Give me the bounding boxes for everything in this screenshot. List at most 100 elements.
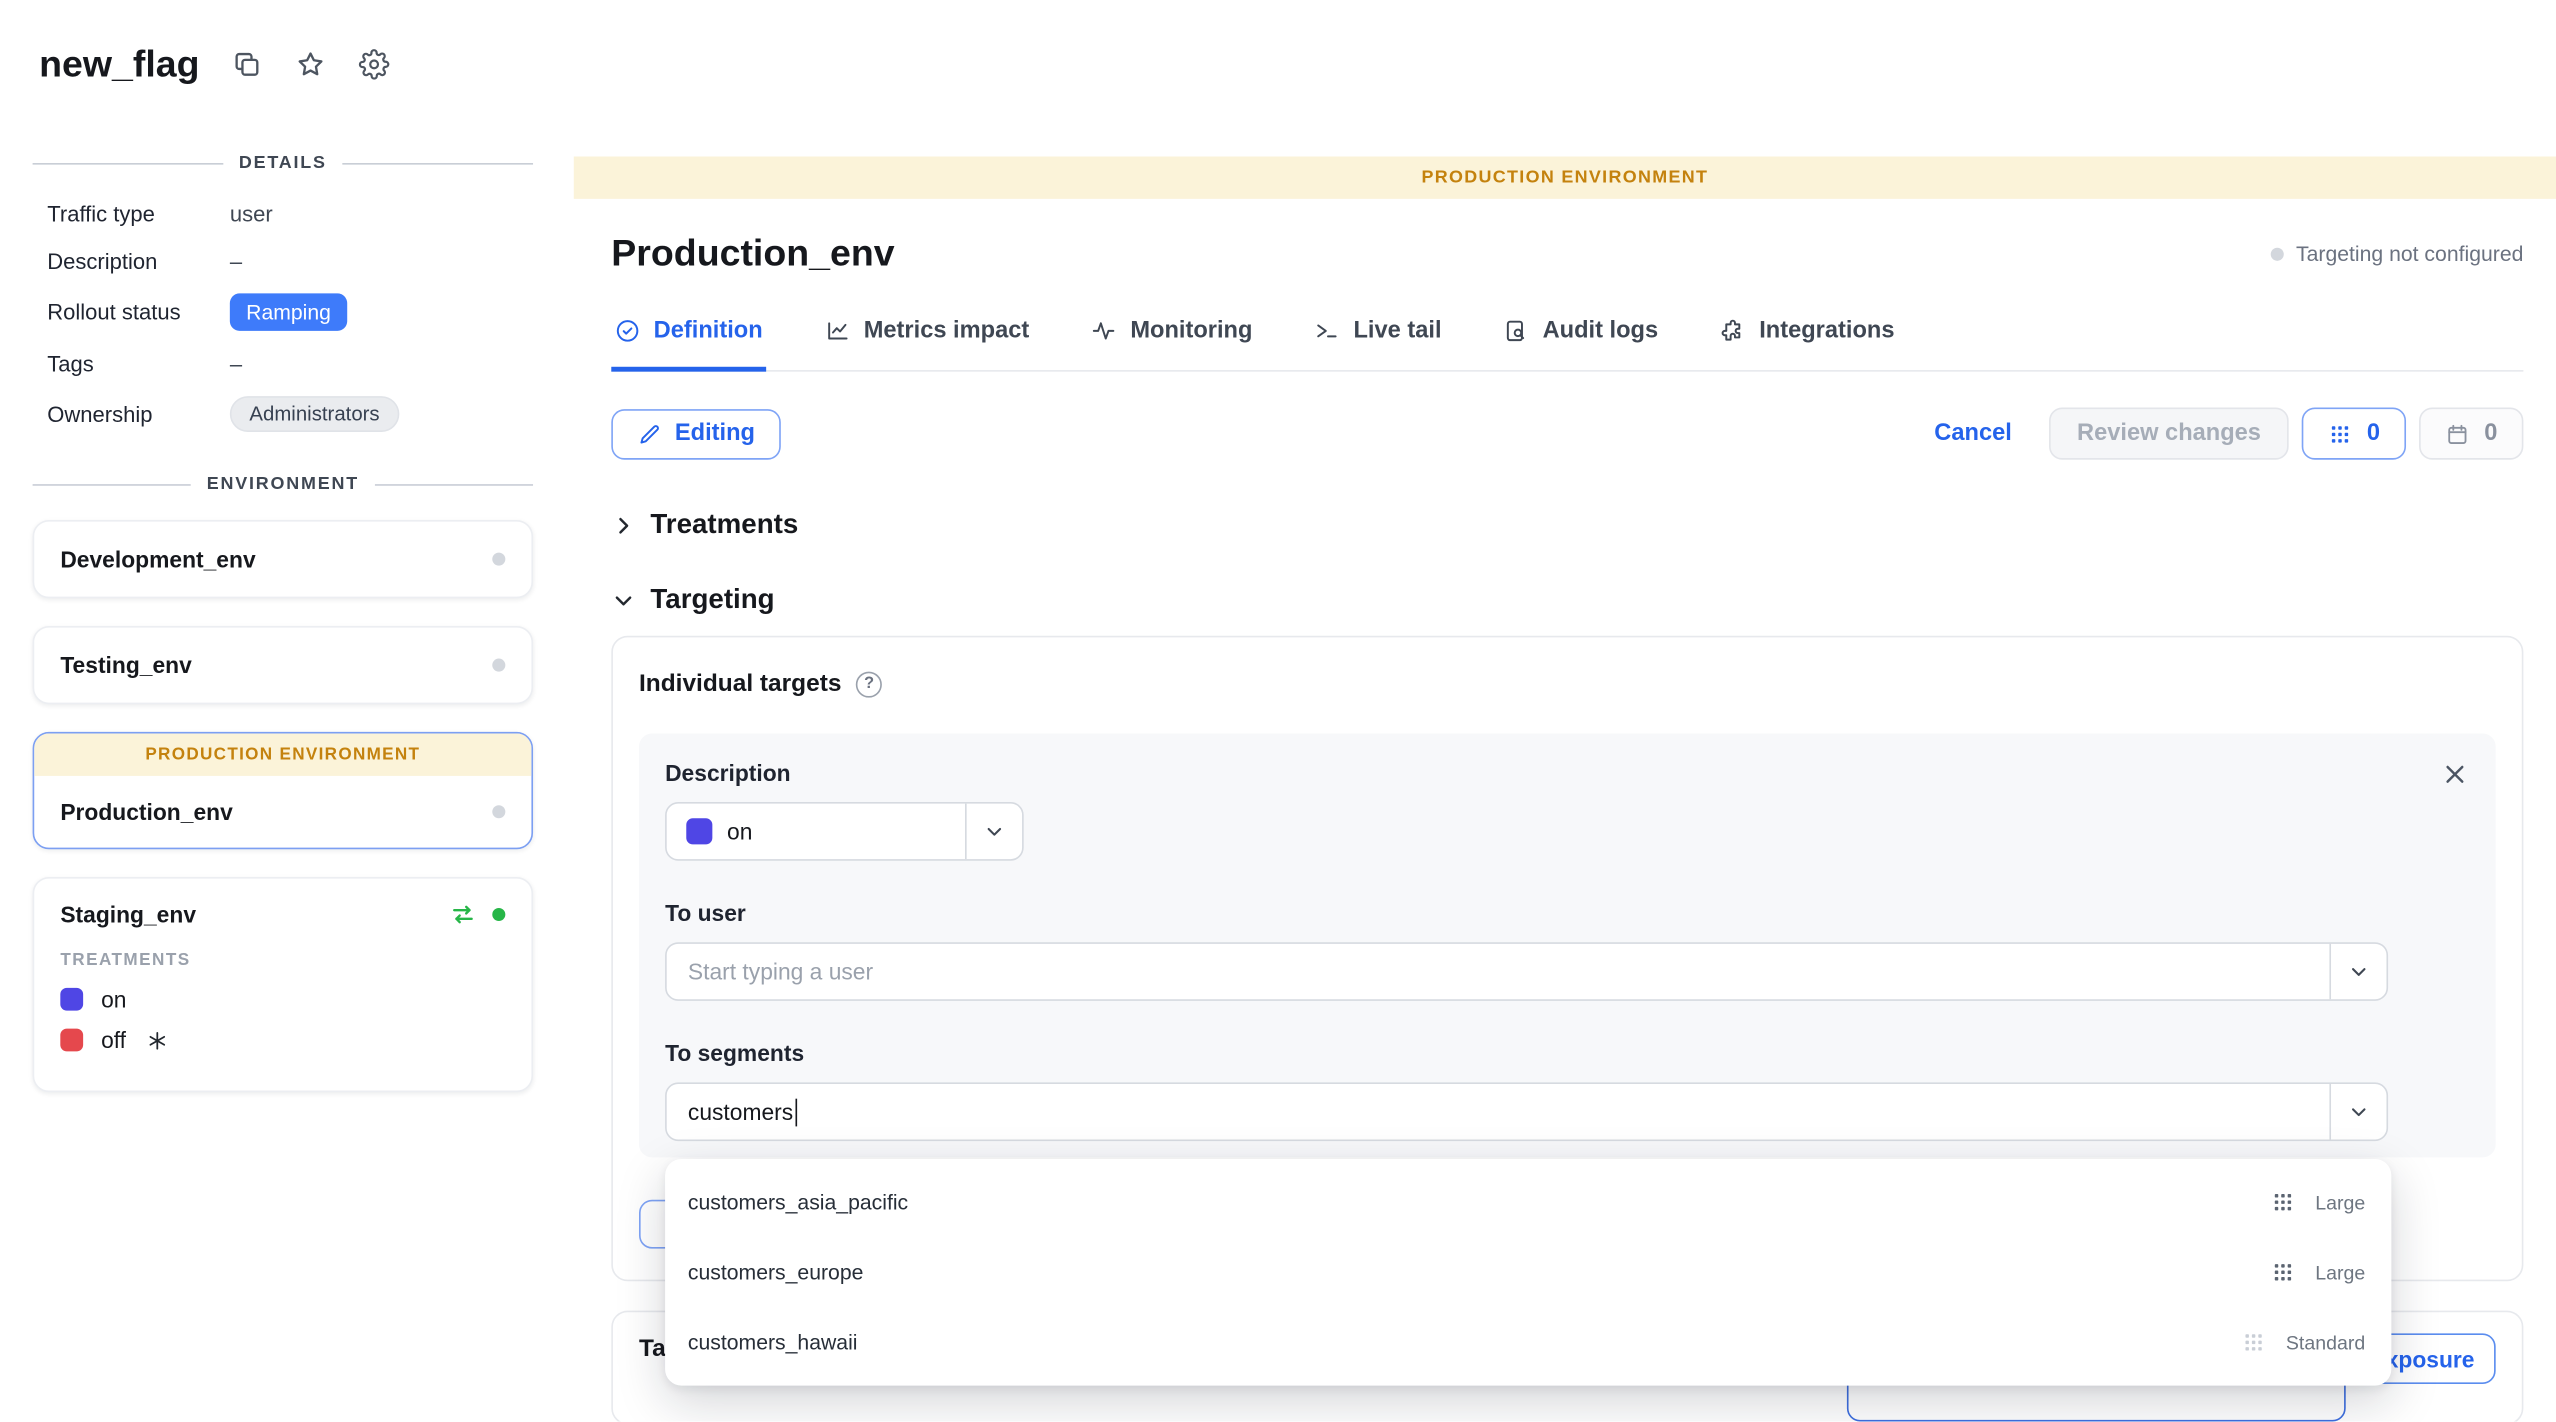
- toolbar-right: Cancel Review changes 0 0: [1934, 408, 2523, 460]
- rollout-status-badge: Ramping: [230, 293, 347, 330]
- env-card-staging[interactable]: Staging_env TREATMENTS on: [33, 877, 533, 1092]
- tab-label: Definition: [654, 318, 763, 344]
- close-icon[interactable]: [2440, 760, 2469, 789]
- env-card-body: Production_env: [34, 776, 531, 848]
- environment-header: ENVIRONMENT: [33, 474, 533, 494]
- definition-icon: [615, 318, 641, 344]
- detail-label: Tags: [47, 351, 230, 375]
- audit-logs-icon: [1503, 318, 1529, 344]
- targeting-status: Targeting not configured: [2270, 241, 2523, 265]
- set-exposure-label: xposure: [2386, 1346, 2475, 1372]
- divider-line: [33, 162, 223, 164]
- text-caret: [795, 1098, 797, 1126]
- treatment-select[interactable]: on: [665, 802, 1024, 861]
- status-dot: [2270, 247, 2283, 260]
- chevron-down-icon[interactable]: [965, 804, 1022, 859]
- details-rows: Traffic type user Description – Rollout …: [33, 199, 533, 432]
- detail-row-description: Description –: [47, 246, 533, 275]
- segment-size-label: Large: [2315, 1261, 2365, 1284]
- editing-button[interactable]: Editing: [611, 408, 781, 459]
- tab-monitoring[interactable]: Monitoring: [1088, 315, 1256, 372]
- gear-icon[interactable]: [359, 49, 390, 80]
- review-changes-button[interactable]: Review changes: [2049, 408, 2288, 460]
- review-changes-label: Review changes: [2077, 421, 2261, 447]
- ownership-pill[interactable]: Administrators: [230, 396, 399, 432]
- description-label: Description: [665, 760, 2470, 786]
- to-segments-label: To segments: [665, 1040, 2470, 1066]
- help-icon[interactable]: ?: [856, 671, 882, 697]
- page-title: Production_env: [611, 231, 894, 275]
- treatment-color-swatch: [686, 818, 712, 844]
- treatment-row-on: on: [60, 986, 505, 1012]
- to-user-label: To user: [665, 900, 2470, 926]
- copy-icon[interactable]: [232, 49, 263, 80]
- individual-targets-card: Individual targets ? Description on: [611, 636, 2523, 1282]
- status-dot-active: [492, 908, 505, 921]
- detail-label: Rollout status: [47, 300, 230, 324]
- segment-meta: Large: [2271, 1260, 2365, 1284]
- cancel-link[interactable]: Cancel: [1934, 421, 2012, 447]
- sync-arrows-icon: [450, 901, 476, 927]
- tab-bar: Definition Metrics impact Monitoring: [611, 315, 2523, 372]
- segment-size-label: Standard: [2286, 1331, 2365, 1354]
- env-card-production[interactable]: PRODUCTION ENVIRONMENT Production_env: [33, 732, 533, 849]
- detail-label: Description: [47, 249, 230, 273]
- chevron-down-icon[interactable]: [2329, 1084, 2386, 1139]
- divider-line: [375, 483, 533, 485]
- targeting-section-header[interactable]: Targeting: [611, 584, 2523, 617]
- user-input[interactable]: [667, 944, 2330, 999]
- tab-definition[interactable]: Definition: [611, 315, 766, 372]
- treatment-color-swatch: [60, 1029, 83, 1052]
- sidebar: DETAILS Traffic type user Description – …: [33, 147, 533, 1092]
- calendar-icon: [2445, 421, 2469, 445]
- staging-icons: [450, 901, 505, 927]
- divider-line: [343, 162, 533, 164]
- star-icon[interactable]: [296, 49, 327, 80]
- metrics-impact-icon: [825, 318, 851, 344]
- flag-header: new_flag: [39, 42, 390, 86]
- tab-audit-logs[interactable]: Audit logs: [1500, 315, 1661, 372]
- app-page: new_flag DETAILS Traffic type user Descr…: [0, 0, 2556, 1421]
- segments-input-box: customers: [665, 1082, 2388, 1141]
- targeting-status-label: Targeting not configured: [2296, 241, 2523, 265]
- segment-name: customers_hawaii: [688, 1330, 858, 1354]
- flag-title: new_flag: [39, 42, 199, 86]
- detail-label: Ownership: [47, 402, 230, 426]
- main-panel: PRODUCTION ENVIRONMENT Production_env Ta…: [574, 156, 2556, 1421]
- segments-input[interactable]: customers: [667, 1084, 2330, 1139]
- live-tail-icon: [1314, 318, 1340, 344]
- main-inner: Production_env Targeting not configured …: [574, 231, 2556, 1421]
- segment-meta: Standard: [2242, 1330, 2365, 1354]
- environment-section: ENVIRONMENT Development_env Testing_env …: [33, 474, 533, 1092]
- detail-row-rollout-status: Rollout status Ramping: [47, 293, 533, 330]
- pencil-icon: [637, 421, 661, 445]
- segment-option-hawaii[interactable]: customers_hawaii Standard: [665, 1307, 2391, 1377]
- treatment-color-swatch: [60, 988, 83, 1011]
- treatment-row-off: off: [60, 1027, 505, 1053]
- detail-row-traffic-type: Traffic type user: [47, 199, 533, 228]
- tab-metrics-impact[interactable]: Metrics impact: [821, 315, 1032, 372]
- detail-row-tags: Tags –: [47, 349, 533, 378]
- env-card-development[interactable]: Development_env: [33, 520, 533, 598]
- treatment-name: on: [101, 986, 126, 1012]
- segment-option-europe[interactable]: customers_europe Large: [665, 1237, 2391, 1307]
- treatments-section-header[interactable]: Treatments: [611, 509, 2523, 542]
- calendar-count-button[interactable]: 0: [2419, 408, 2523, 460]
- target-rule-panel: Description on To user: [639, 734, 2496, 1158]
- segment-meta: Large: [2271, 1190, 2365, 1214]
- treatment-name: off: [101, 1027, 126, 1053]
- tab-label: Monitoring: [1130, 318, 1252, 344]
- chevron-down-icon[interactable]: [2329, 944, 2386, 999]
- env-name: Staging_env: [60, 901, 196, 927]
- env-card-testing[interactable]: Testing_env: [33, 626, 533, 704]
- detail-value: user: [230, 201, 273, 225]
- grid-dotted-icon: [2242, 1330, 2266, 1354]
- environment-header-label: ENVIRONMENT: [207, 474, 359, 494]
- segment-option-asia-pacific[interactable]: customers_asia_pacific Large: [665, 1167, 2391, 1237]
- treatment-value-label: on: [727, 818, 752, 844]
- grid-count-button[interactable]: 0: [2302, 408, 2406, 460]
- tab-live-tail[interactable]: Live tail: [1311, 315, 1445, 372]
- treatment-select-value: on: [667, 804, 965, 859]
- env-name: Testing_env: [60, 652, 191, 678]
- tab-integrations[interactable]: Integrations: [1717, 315, 1898, 372]
